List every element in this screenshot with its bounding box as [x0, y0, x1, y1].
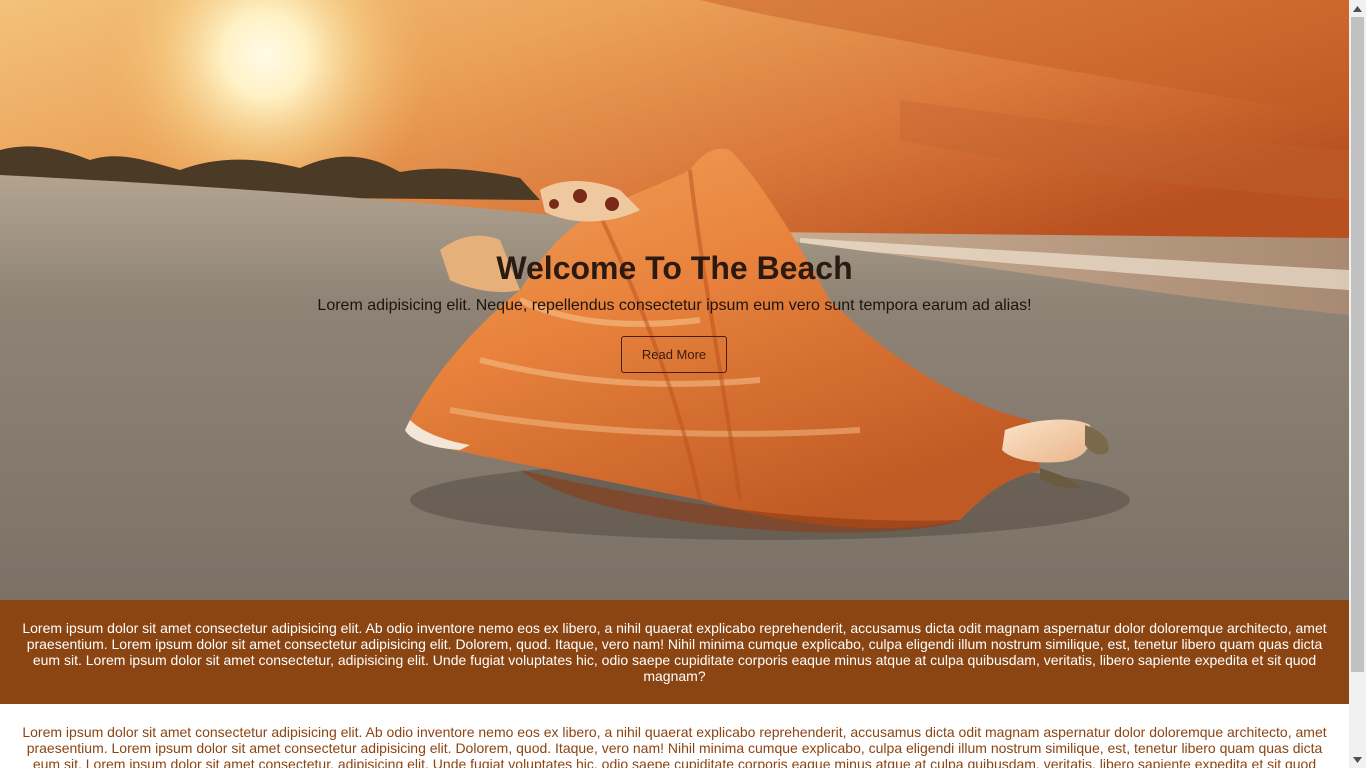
scrollbar-thumb[interactable]	[1351, 17, 1364, 672]
read-more-button[interactable]: Read More	[621, 336, 727, 373]
hero-section: Welcome To The Beach Lorem adipisicing e…	[0, 0, 1349, 600]
white-text-section: Lorem ipsum dolor sit amet consectetur a…	[0, 704, 1349, 768]
brown-section-paragraph: Lorem ipsum dolor sit amet consectetur a…	[22, 620, 1327, 684]
white-section-paragraph: Lorem ipsum dolor sit amet consectetur a…	[22, 724, 1327, 768]
hero-content: Welcome To The Beach Lorem adipisicing e…	[0, 0, 1349, 600]
hero-subtitle: Lorem adipisicing elit. Neque, repellend…	[317, 297, 1032, 314]
hero-title: Welcome To The Beach	[496, 250, 853, 286]
chevron-up-icon[interactable]	[1349, 0, 1366, 17]
vertical-scrollbar[interactable]	[1349, 0, 1366, 768]
chevron-down-icon[interactable]	[1349, 751, 1366, 768]
brown-text-section: Lorem ipsum dolor sit amet consectetur a…	[0, 600, 1349, 704]
page: Welcome To The Beach Lorem adipisicing e…	[0, 0, 1349, 768]
